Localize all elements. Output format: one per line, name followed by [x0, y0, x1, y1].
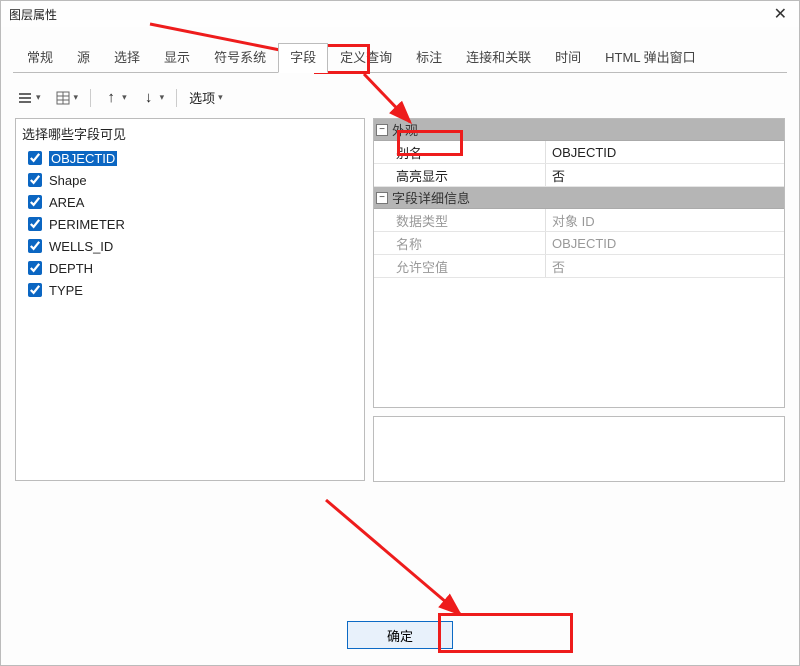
tab-selection[interactable]: 选择	[102, 43, 152, 73]
field-name: AREA	[49, 195, 84, 210]
table-view-button[interactable]: ▾	[51, 87, 83, 109]
field-checkbox[interactable]	[28, 283, 42, 297]
property-value[interactable]: 否	[546, 164, 784, 186]
field-checkbox[interactable]	[28, 195, 42, 209]
arrow-up-icon: ↑	[103, 90, 119, 106]
field-item[interactable]: DEPTH	[22, 257, 358, 279]
ok-button[interactable]: 确定	[347, 621, 453, 649]
property-group-title: 字段详细信息	[392, 188, 470, 207]
tab-time[interactable]: 时间	[543, 43, 593, 73]
chevron-down-icon: ▾	[218, 92, 223, 103]
property-key: 别名	[374, 141, 546, 163]
property-row[interactable]: 高亮显示否	[374, 164, 784, 187]
tab-htmlpopup[interactable]: HTML 弹出窗口	[593, 43, 708, 73]
tab-fields[interactable]: 字段	[278, 43, 328, 73]
property-key: 高亮显示	[374, 164, 546, 186]
description-box	[373, 416, 785, 482]
dialog-footer: 确定	[1, 621, 799, 649]
field-item[interactable]: WELLS_ID	[22, 235, 358, 257]
field-list: OBJECTID Shape AREA PERIMETER WELLS_ID DEPTH T…	[22, 147, 358, 301]
chevron-down-icon: ▾	[74, 92, 79, 103]
field-checkbox[interactable]	[28, 217, 42, 231]
field-name: DEPTH	[49, 261, 93, 276]
field-checkbox[interactable]	[28, 173, 42, 187]
property-value: 否	[546, 255, 784, 277]
dialog-title: 图层属性	[9, 6, 57, 23]
field-name: TYPE	[49, 283, 83, 298]
table-icon	[55, 90, 71, 106]
tab-source[interactable]: 源	[65, 43, 102, 73]
field-checkbox[interactable]	[28, 261, 42, 275]
property-row: 名称OBJECTID	[374, 232, 784, 255]
tab-labels[interactable]: 标注	[404, 43, 454, 73]
field-name: OBJECTID	[49, 151, 117, 166]
tab-strip: 常规源选择显示符号系统字段定义查询标注连接和关联时间HTML 弹出窗口	[1, 43, 799, 73]
field-name: Shape	[49, 173, 87, 188]
close-button[interactable]: ✕	[770, 4, 791, 24]
property-value: 对象 ID	[546, 209, 784, 231]
property-key: 名称	[374, 232, 546, 254]
tab-symbology[interactable]: 符号系统	[202, 43, 278, 73]
property-group-title: 外观	[392, 120, 418, 139]
field-item[interactable]: Shape	[22, 169, 358, 191]
chevron-down-icon: ▾	[36, 92, 41, 103]
arrow-down-icon: ↓	[141, 90, 157, 106]
property-key: 允许空值	[374, 255, 546, 277]
chevron-down-icon: ▾	[122, 92, 127, 103]
collapse-icon: −	[376, 124, 388, 136]
field-checkbox[interactable]	[28, 239, 42, 253]
field-item[interactable]: PERIMETER	[22, 213, 358, 235]
move-up-button[interactable]: ↑▾	[99, 87, 131, 109]
field-item[interactable]: OBJECTID	[22, 147, 358, 169]
field-checkbox[interactable]	[28, 151, 42, 165]
list-view-button[interactable]: ▾	[13, 87, 45, 109]
layer-properties-dialog: 图层属性 ✕ 常规源选择显示符号系统字段定义查询标注连接和关联时间HTML 弹出…	[0, 0, 800, 666]
titlebar: 图层属性 ✕	[1, 1, 799, 27]
property-row: 数据类型对象 ID	[374, 209, 784, 232]
tab-defquery[interactable]: 定义查询	[328, 43, 404, 73]
field-item[interactable]: TYPE	[22, 279, 358, 301]
separator	[90, 89, 91, 107]
field-item[interactable]: AREA	[22, 191, 358, 213]
move-down-button[interactable]: ↓▾	[137, 87, 169, 109]
collapse-icon: −	[376, 192, 388, 204]
property-grid: −外观别名OBJECTID高亮显示否−字段详细信息数据类型对象 ID名称OBJE…	[373, 118, 785, 408]
list-icon	[17, 90, 33, 106]
field-name: PERIMETER	[49, 217, 125, 232]
property-group-header[interactable]: −外观	[374, 119, 784, 141]
tab-joins[interactable]: 连接和关联	[454, 43, 543, 73]
options-label: 选项	[189, 88, 215, 107]
property-row[interactable]: 别名OBJECTID	[374, 141, 784, 164]
property-row: 允许空值否	[374, 255, 784, 278]
property-value: OBJECTID	[546, 232, 784, 254]
property-value[interactable]: OBJECTID	[546, 141, 784, 163]
chevron-down-icon: ▾	[160, 92, 165, 103]
property-key: 数据类型	[374, 209, 546, 231]
options-dropdown[interactable]: 选项▾	[185, 85, 227, 110]
tab-display[interactable]: 显示	[152, 43, 202, 73]
fields-toolbar: ▾ ▾ ↑▾ ↓▾ 选项▾	[1, 79, 799, 114]
field-visibility-heading: 选择哪些字段可见	[22, 124, 358, 143]
separator	[176, 89, 177, 107]
panels: 选择哪些字段可见 OBJECTID Shape AREA PERIMETER WELLS…	[1, 114, 799, 482]
property-group-header[interactable]: −字段详细信息	[374, 187, 784, 209]
field-visibility-panel: 选择哪些字段可见 OBJECTID Shape AREA PERIMETER WELLS…	[15, 118, 365, 481]
tab-general[interactable]: 常规	[15, 43, 65, 73]
field-name: WELLS_ID	[49, 239, 113, 254]
